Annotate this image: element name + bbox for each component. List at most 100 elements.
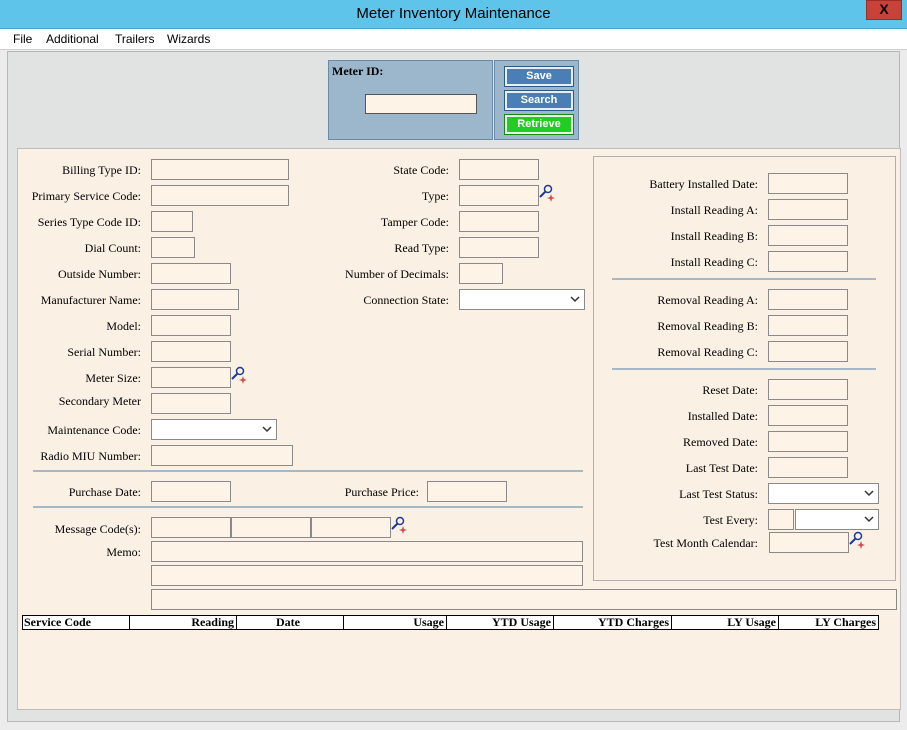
column-ly-usage[interactable]: LY Usage	[672, 616, 779, 629]
meter-size-input[interactable]	[151, 367, 231, 388]
tamper-code-label: Tamper Code:	[380, 215, 449, 229]
test-month-calendar-lookup-icon[interactable]	[848, 531, 866, 549]
primary-service-code-input[interactable]	[151, 185, 289, 206]
purchase-price-label: Purchase Price:	[344, 485, 419, 499]
manufacturer-name-label: Manufacturer Name:	[40, 293, 141, 307]
column-usage[interactable]: Usage	[344, 616, 447, 629]
window-title: Meter Inventory Maintenance	[356, 5, 551, 22]
purchase-price-input[interactable]	[427, 481, 507, 502]
install-reading-c-input[interactable]	[768, 251, 848, 272]
test-every-unit-select[interactable]	[795, 509, 879, 530]
type-lookup-icon[interactable]	[538, 184, 556, 202]
maintenance-code-select[interactable]	[151, 419, 277, 440]
dial-count-label: Dial Count:	[84, 241, 141, 255]
reset-date-input[interactable]	[768, 379, 848, 400]
last-test-status-label: Last Test Status:	[679, 487, 758, 501]
message-codes-label: Message Code(s):	[54, 522, 141, 536]
tamper-code-input[interactable]	[459, 211, 539, 232]
last-test-date-label: Last Test Date:	[685, 461, 758, 475]
model-input[interactable]	[151, 315, 231, 336]
reset-date-label: Reset Date:	[702, 383, 758, 397]
memo-line-2[interactable]	[151, 565, 583, 586]
model-label: Model:	[106, 319, 141, 333]
serial-number-label: Serial Number:	[67, 345, 141, 359]
separator	[612, 278, 876, 280]
column-date[interactable]: Date	[237, 616, 344, 629]
column-reading[interactable]: Reading	[130, 616, 237, 629]
message-code-lookup-icon[interactable]	[390, 516, 408, 534]
serial-number-input[interactable]	[151, 341, 231, 362]
type-input[interactable]	[459, 185, 539, 206]
removed-date-input[interactable]	[768, 431, 848, 452]
column-service-code[interactable]: Service Code	[23, 616, 130, 629]
memo-line-1[interactable]	[151, 541, 583, 562]
retrieve-button[interactable]: Retrieve	[504, 114, 574, 135]
series-type-code-id-input[interactable]	[151, 211, 193, 232]
memo-label: Memo:	[106, 545, 141, 559]
chevron-down-icon	[262, 426, 272, 433]
column-ly-charges[interactable]: LY Charges	[779, 616, 878, 629]
read-type-input[interactable]	[459, 237, 539, 258]
dial-count-input[interactable]	[151, 237, 195, 258]
meter-id-label: Meter ID:	[332, 64, 384, 78]
install-reading-b-label: Install Reading B:	[670, 229, 758, 243]
removal-reading-c-input[interactable]	[768, 341, 848, 362]
connection-state-select[interactable]	[459, 289, 585, 310]
state-code-input[interactable]	[459, 159, 539, 180]
readings-grid-header: Service Code Reading Date Usage YTD Usag…	[22, 615, 879, 630]
install-reading-b-input[interactable]	[768, 225, 848, 246]
menu-trailers[interactable]: Trailers	[115, 32, 155, 46]
save-button[interactable]: Save	[504, 66, 574, 87]
chevron-down-icon	[864, 516, 874, 523]
menu-additional[interactable]: Additional	[46, 32, 99, 46]
meter-size-lookup-icon[interactable]	[230, 366, 248, 384]
search-button[interactable]: Search	[504, 90, 574, 111]
maintenance-code-label: Maintenance Code:	[47, 423, 141, 437]
type-label: Type:	[421, 189, 449, 203]
message-code-input-2[interactable]	[231, 517, 311, 538]
secondary-meter-input[interactable]	[151, 393, 231, 414]
message-code-input-1[interactable]	[151, 517, 231, 538]
billing-type-id-label: Billing Type ID:	[62, 163, 141, 177]
removal-reading-a-input[interactable]	[768, 289, 848, 310]
test-every-label: Test Every:	[703, 513, 758, 527]
menu-bar: File Additional Trailers Wizards	[0, 29, 907, 50]
battery-installed-date-input[interactable]	[768, 173, 848, 194]
install-reading-c-label: Install Reading C:	[670, 255, 758, 269]
removal-reading-a-label: Removal Reading A:	[657, 293, 758, 307]
installed-date-input[interactable]	[768, 405, 848, 426]
purchase-date-label: Purchase Date:	[68, 485, 141, 499]
billing-type-id-input[interactable]	[151, 159, 289, 180]
menu-file[interactable]: File	[13, 32, 32, 46]
removal-reading-b-input[interactable]	[768, 315, 848, 336]
test-month-calendar-input[interactable]	[769, 532, 849, 553]
last-test-date-input[interactable]	[768, 457, 848, 478]
install-reading-a-input[interactable]	[768, 199, 848, 220]
outside-number-input[interactable]	[151, 263, 231, 284]
readings-grid-body[interactable]	[22, 630, 879, 705]
radio-miu-number-input[interactable]	[151, 445, 293, 466]
manufacturer-name-input[interactable]	[151, 289, 239, 310]
purchase-date-input[interactable]	[151, 481, 231, 502]
separator	[33, 506, 583, 508]
test-every-input[interactable]	[768, 509, 794, 530]
menu-wizards[interactable]: Wizards	[167, 32, 210, 46]
removed-date-label: Removed Date:	[683, 435, 758, 449]
column-ytd-usage[interactable]: YTD Usage	[447, 616, 554, 629]
test-month-calendar-label: Test Month Calendar:	[653, 536, 758, 550]
column-ytd-charges[interactable]: YTD Charges	[554, 616, 672, 629]
separator	[612, 368, 876, 370]
meter-id-box: Meter ID:	[328, 60, 493, 140]
secondary-meter-label: Secondary Meter	[58, 394, 141, 408]
message-code-input-3[interactable]	[311, 517, 391, 538]
meter-id-input[interactable]	[365, 94, 477, 114]
separator	[33, 470, 583, 472]
memo-line-3[interactable]	[151, 589, 897, 610]
connection-state-label: Connection State:	[363, 293, 449, 307]
install-reading-a-label: Install Reading A:	[670, 203, 758, 217]
number-of-decimals-input[interactable]	[459, 263, 503, 284]
radio-miu-number-label: Radio MIU Number:	[40, 449, 141, 463]
close-button[interactable]: X	[866, 0, 902, 20]
removal-reading-b-label: Removal Reading B:	[657, 319, 758, 333]
last-test-status-select[interactable]	[768, 483, 879, 504]
